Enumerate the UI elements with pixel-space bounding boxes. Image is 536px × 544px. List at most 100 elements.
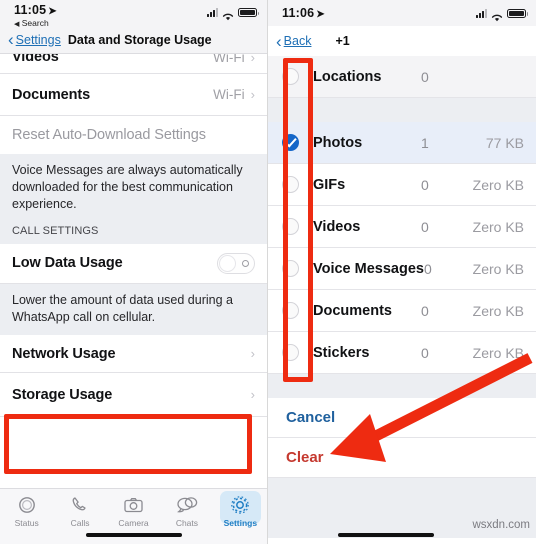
status-icon	[17, 494, 37, 516]
tab-settings-label: Settings	[223, 518, 258, 528]
row-network-usage-label: Network Usage	[12, 345, 116, 362]
list-item-stickers-count: 0	[421, 344, 429, 361]
status-time-right-value: 11:06	[282, 6, 315, 20]
chevron-right-icon: ›	[250, 346, 255, 362]
tab-camera[interactable]: Camera	[107, 494, 160, 528]
list-item-gifs[interactable]: GIFs 0 Zero KB	[268, 164, 536, 206]
list-group-spacer	[268, 98, 536, 122]
list-item-videos-count: 0	[421, 218, 429, 235]
chevron-right-icon: ›	[250, 54, 255, 65]
storage-items-list: Locations 0 Photos 1 77 KB GIFs 0 Zero K…	[268, 56, 536, 374]
call-settings-group: Low Data Usage	[0, 243, 267, 284]
checkbox-gifs[interactable]	[282, 176, 299, 193]
list-item-photos-size: 77 KB	[485, 134, 524, 151]
camera-icon	[123, 494, 144, 516]
back-chevron-icon[interactable]: ‹	[8, 31, 14, 48]
tab-status[interactable]: Status	[0, 494, 53, 528]
status-bar-right-group-2	[476, 8, 528, 21]
chevron-right-icon: ›	[250, 387, 255, 403]
nav-bar-left: ‹ Settings Data and Storage Usage	[0, 26, 267, 54]
list-item-locations[interactable]: Locations 0	[268, 56, 536, 98]
list-item-documents[interactable]: Documents 0 Zero KB	[268, 290, 536, 332]
row-low-data-usage-label: Low Data Usage	[12, 255, 123, 272]
nav-bar-right: ‹ Back +1	[268, 26, 536, 56]
auto-download-group: Videos Wi-Fi › Documents Wi-Fi › Reset A…	[0, 54, 267, 154]
dual-screenshot-container: 11:05 ➤ ◀ Search ‹ Settings Data and Stor…	[0, 0, 536, 544]
location-arrow-icon: ➤	[48, 6, 57, 17]
checkbox-locations[interactable]	[282, 68, 299, 85]
status-bar-left-group: 11:05 ➤ ◀ Search	[14, 3, 57, 28]
status-back-to-app[interactable]: ◀ Search	[14, 18, 57, 28]
home-indicator	[337, 533, 434, 537]
low-data-usage-caption: Lower the amount of data used during a W…	[0, 283, 267, 336]
row-reset-auto-download[interactable]: Reset Auto-Download Settings	[0, 116, 267, 154]
row-documents-label: Documents	[12, 86, 91, 103]
cellular-signal-icon	[207, 8, 218, 17]
cellular-signal-icon	[476, 8, 487, 18]
status-time-value: 11:05	[14, 3, 47, 17]
checkbox-documents[interactable]	[282, 302, 299, 319]
tab-chats[interactable]: Chats	[160, 494, 213, 528]
checkbox-photos[interactable]	[282, 134, 299, 151]
list-item-locations-count: 0	[421, 68, 429, 85]
watermark: wsxdn.com	[472, 519, 530, 531]
row-storage-usage-label: Storage Usage	[12, 386, 113, 403]
list-item-photos-count: 1	[421, 134, 429, 151]
list-item-gifs-count: 0	[421, 176, 429, 193]
wifi-icon	[491, 9, 503, 21]
tab-camera-label: Camera	[118, 518, 149, 528]
status-time: 11:05 ➤	[14, 3, 57, 18]
page-title: Data and Storage Usage	[67, 32, 212, 47]
phone-icon	[70, 494, 90, 516]
actions-spacer	[268, 374, 536, 398]
cancel-button[interactable]: Cancel	[268, 398, 536, 438]
row-low-data-usage[interactable]: Low Data Usage	[0, 243, 267, 284]
right-phone-screen: 11:06 ➤ ‹ Back +1 Locations 0 Photos 1 7…	[268, 0, 536, 544]
list-item-gifs-name: GIFs	[313, 176, 346, 193]
annotation-box-storage-usage	[4, 414, 252, 474]
tab-calls-label: Calls	[70, 518, 90, 528]
checkbox-videos[interactable]	[282, 218, 299, 235]
nav-plus-one-label[interactable]: +1	[335, 34, 349, 48]
row-documents[interactable]: Documents Wi-Fi ›	[0, 74, 267, 116]
checkbox-voice-messages[interactable]	[282, 260, 299, 277]
list-item-documents-name: Documents	[313, 302, 392, 319]
list-item-gifs-size: Zero KB	[472, 176, 524, 193]
clear-button[interactable]: Clear	[268, 438, 536, 478]
status-bar-left: 11:05 ➤ ◀ Search	[0, 0, 267, 28]
list-item-videos[interactable]: Videos 0 Zero KB	[268, 206, 536, 248]
row-network-usage[interactable]: Network Usage ›	[0, 335, 267, 374]
home-indicator	[85, 533, 182, 537]
row-videos-value: Wi-Fi	[213, 54, 245, 65]
list-item-stickers-name: Stickers	[313, 344, 370, 361]
list-item-photos-name: Photos	[313, 134, 363, 151]
list-item-photos[interactable]: Photos 1 77 KB	[268, 122, 536, 164]
tab-settings[interactable]: Settings	[214, 491, 267, 528]
list-item-stickers[interactable]: Stickers 0 Zero KB	[268, 332, 536, 374]
back-triangle-icon: ◀	[14, 20, 20, 28]
list-item-documents-count: 0	[421, 302, 429, 319]
status-time-right: 11:06 ➤	[282, 6, 325, 20]
row-videos-label: Videos	[12, 54, 59, 65]
back-chevron-icon[interactable]: ‹	[276, 33, 282, 50]
checkbox-stickers[interactable]	[282, 344, 299, 361]
battery-icon	[507, 8, 528, 18]
row-videos[interactable]: Videos Wi-Fi ›	[0, 54, 267, 74]
nav-back-button[interactable]: Back	[284, 34, 312, 48]
low-data-usage-toggle[interactable]	[217, 252, 255, 274]
tab-calls[interactable]: Calls	[53, 494, 106, 528]
row-storage-usage[interactable]: Storage Usage ›	[0, 373, 267, 418]
nav-back-settings-link[interactable]: Settings	[16, 33, 61, 47]
list-item-voice-messages-name: Voice Messages	[313, 260, 424, 277]
list-item-documents-size: Zero KB	[472, 302, 524, 319]
tab-status-label: Status	[14, 518, 39, 528]
list-item-voice-messages[interactable]: Voice Messages 0 Zero KB	[268, 248, 536, 290]
list-item-voice-messages-size: Zero KB	[472, 260, 524, 277]
chat-bubble-icon	[176, 494, 198, 516]
gear-icon	[230, 494, 250, 516]
voice-messages-caption: Voice Messages are always automatically …	[0, 154, 267, 223]
list-item-stickers-size: Zero KB	[472, 344, 524, 361]
call-settings-section-header: CALL SETTINGS	[0, 222, 267, 244]
wifi-icon	[222, 8, 234, 21]
list-item-videos-size: Zero KB	[472, 218, 524, 235]
